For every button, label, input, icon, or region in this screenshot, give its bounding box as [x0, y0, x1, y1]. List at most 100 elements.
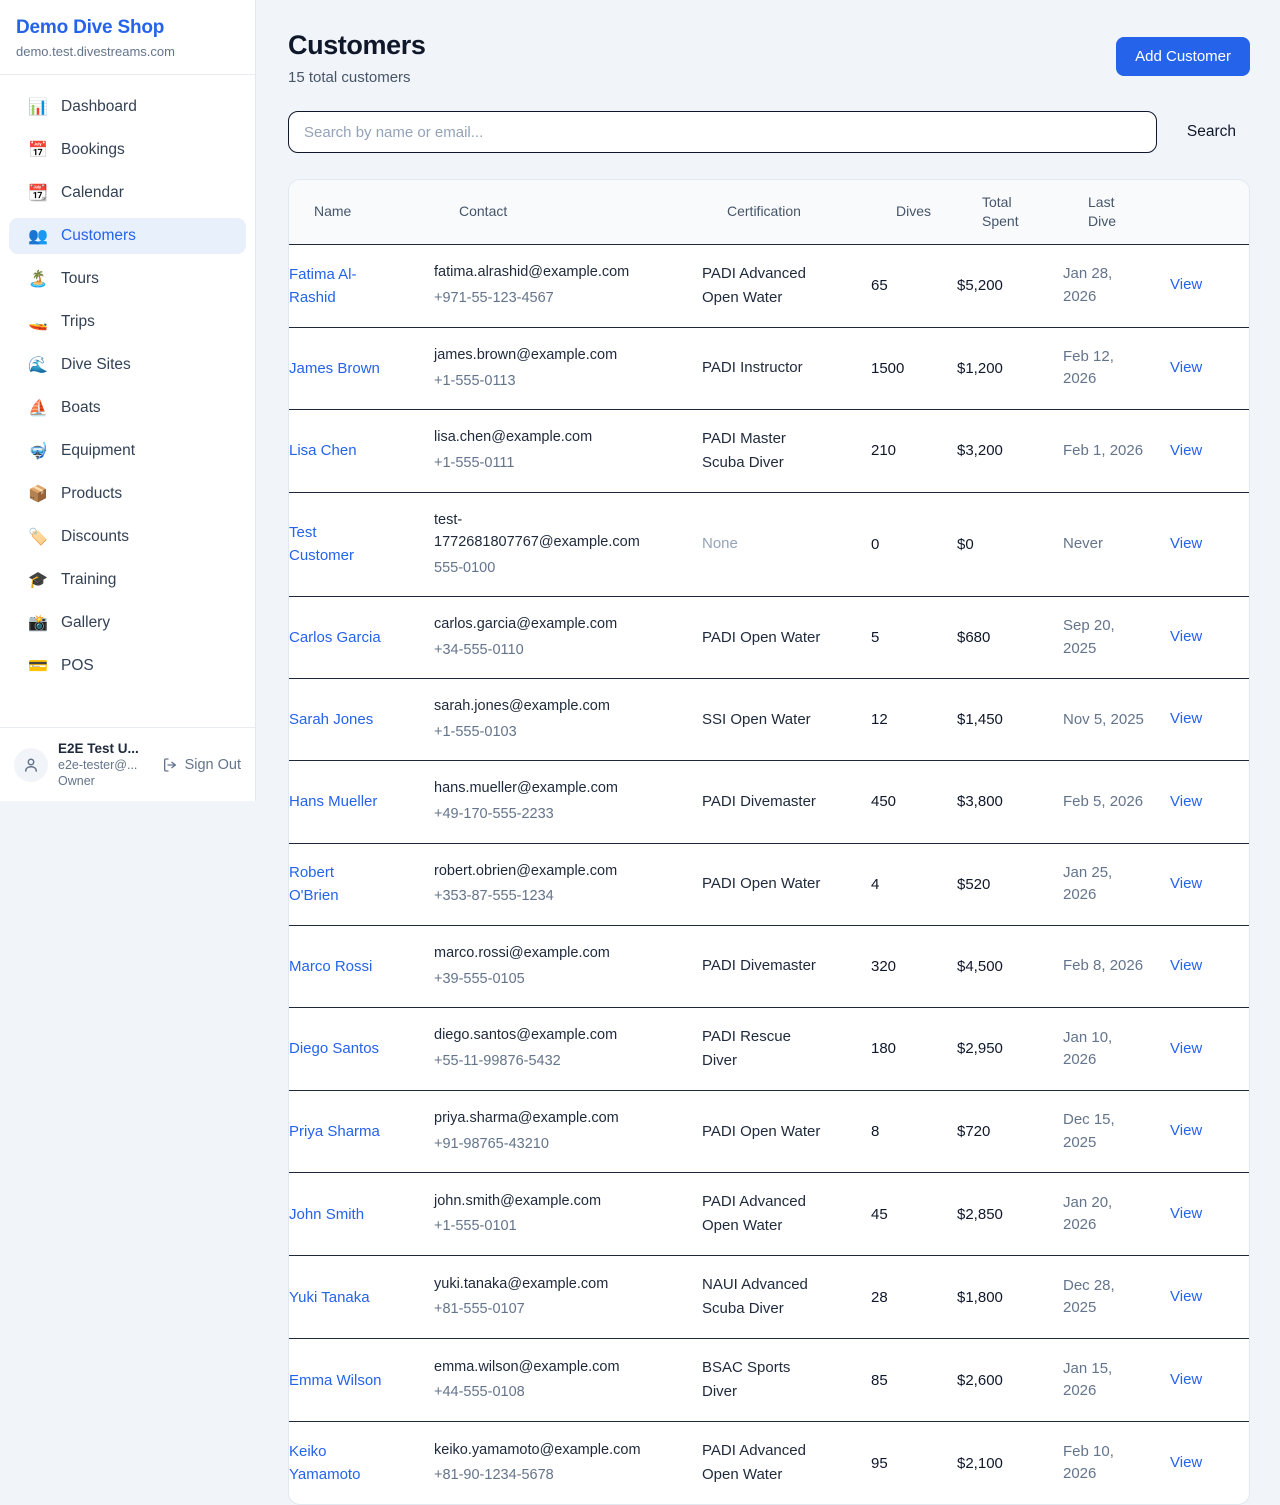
sidebar-item-customers[interactable]: 👥 Customers: [9, 218, 246, 254]
view-link[interactable]: View: [1170, 1205, 1202, 1222]
customer-name-link[interactable]: Carlos Garcia: [289, 626, 434, 649]
customer-name-link[interactable]: Test Customer: [289, 521, 434, 568]
customer-name-link[interactable]: Priya Sharma: [289, 1120, 434, 1143]
sidebar-user-footer: E2E Test U... e2e-tester@... Owner Sign …: [0, 727, 255, 801]
customer-dives: 0: [871, 533, 957, 556]
dashboard-icon: 📊: [28, 97, 48, 117]
sidebar: Demo Dive Shop demo.test.divestreams.com…: [0, 0, 256, 801]
customer-total-spent: $2,850: [957, 1203, 1063, 1226]
customer-total-spent: $4,500: [957, 955, 1063, 978]
customer-last-dive: Feb 1, 2026: [1063, 440, 1170, 463]
customer-name-link[interactable]: Diego Santos: [289, 1037, 434, 1060]
customer-name-link[interactable]: Fatima Al-Rashid: [289, 263, 434, 310]
customer-email: priya.sharma@example.com: [434, 1108, 644, 1130]
column-header-last-dive: Last Dive: [1088, 180, 1195, 244]
sidebar-item-equipment[interactable]: 🤿 Equipment: [9, 433, 246, 469]
customer-last-dive: Jan 25, 2026: [1063, 862, 1170, 907]
sidebar-item-label: Training: [61, 571, 116, 589]
table-row: Emma Wilson emma.wilson@example.com +44-…: [289, 1339, 1249, 1422]
customer-certification: PADI Master Scuba Diver: [702, 427, 871, 475]
sign-out-button[interactable]: Sign Out: [162, 757, 241, 773]
customer-phone: +1-555-0113: [434, 370, 644, 392]
customer-contact: lisa.chen@example.com +1-555-0111: [434, 427, 702, 474]
search-button[interactable]: Search: [1185, 115, 1238, 149]
customer-name-link[interactable]: Sarah Jones: [289, 708, 434, 731]
view-link[interactable]: View: [1170, 628, 1202, 645]
customer-last-dive: Sep 20, 2025: [1063, 615, 1170, 660]
sidebar-item-label: Equipment: [61, 442, 135, 460]
user-info: E2E Test U... e2e-tester@... Owner: [58, 741, 162, 788]
view-link[interactable]: View: [1170, 793, 1202, 810]
view-link[interactable]: View: [1170, 1122, 1202, 1139]
customer-total-spent: $3,200: [957, 439, 1063, 462]
user-role: Owner: [58, 774, 162, 788]
customer-actions: View: [1170, 1368, 1249, 1393]
customer-contact: priya.sharma@example.com +91-98765-43210: [434, 1108, 702, 1155]
customer-actions: View: [1170, 1285, 1249, 1310]
view-link[interactable]: View: [1170, 1454, 1202, 1471]
sidebar-item-gallery[interactable]: 📸 Gallery: [9, 605, 246, 641]
view-link[interactable]: View: [1170, 957, 1202, 974]
sidebar-item-discounts[interactable]: 🏷️ Discounts: [9, 519, 246, 555]
customer-name-link[interactable]: Marco Rossi: [289, 955, 434, 978]
customer-name-link[interactable]: John Smith: [289, 1203, 434, 1226]
customer-actions: View: [1170, 273, 1249, 298]
sidebar-item-dashboard[interactable]: 📊 Dashboard: [9, 89, 246, 125]
table-row: Keiko Yamamoto keiko.yamamoto@example.co…: [289, 1422, 1249, 1504]
customer-total-spent: $1,800: [957, 1286, 1063, 1309]
sidebar-item-trips[interactable]: 🚤 Trips: [9, 304, 246, 340]
customer-dives: 450: [871, 790, 957, 813]
view-link[interactable]: View: [1170, 1040, 1202, 1057]
customer-email: marco.rossi@example.com: [434, 943, 644, 965]
customer-name-link[interactable]: Lisa Chen: [289, 439, 434, 462]
customer-contact: john.smith@example.com +1-555-0101: [434, 1191, 702, 1238]
sidebar-item-bookings[interactable]: 📅 Bookings: [9, 132, 246, 168]
customer-name-link[interactable]: Yuki Tanaka: [289, 1286, 434, 1309]
customer-contact: robert.obrien@example.com +353-87-555-12…: [434, 861, 702, 908]
customer-name-link[interactable]: Emma Wilson: [289, 1369, 434, 1392]
customer-actions: View: [1170, 790, 1249, 815]
customer-phone: +44-555-0108: [434, 1381, 644, 1403]
customer-actions: View: [1170, 356, 1249, 381]
view-link[interactable]: View: [1170, 1371, 1202, 1388]
sidebar-item-pos[interactable]: 💳 POS: [9, 648, 246, 684]
trips-icon: 🚤: [28, 312, 48, 332]
sidebar-item-label: Boats: [61, 399, 101, 417]
sidebar-item-dive-sites[interactable]: 🌊 Dive Sites: [9, 347, 246, 383]
view-link[interactable]: View: [1170, 535, 1202, 552]
view-link[interactable]: View: [1170, 710, 1202, 727]
customer-total-spent: $2,100: [957, 1452, 1063, 1475]
shop-domain: demo.test.divestreams.com: [16, 44, 239, 59]
total-customers-count: 15 total customers: [288, 69, 425, 86]
customer-name-link[interactable]: James Brown: [289, 357, 434, 380]
customer-name-link[interactable]: Robert O'Brien: [289, 861, 434, 908]
view-link[interactable]: View: [1170, 1288, 1202, 1305]
view-link[interactable]: View: [1170, 359, 1202, 376]
customer-actions: View: [1170, 872, 1249, 897]
customer-dives: 180: [871, 1037, 957, 1060]
view-link[interactable]: View: [1170, 276, 1202, 293]
page-header-text: Customers 15 total customers: [288, 30, 425, 86]
sidebar-item-label: Trips: [61, 313, 95, 331]
sidebar-item-boats[interactable]: ⛵ Boats: [9, 390, 246, 426]
customer-name-link[interactable]: Hans Mueller: [289, 790, 434, 813]
sidebar-item-training[interactable]: 🎓 Training: [9, 562, 246, 598]
customers-table-card: Name Contact Certification Dives Total S…: [288, 179, 1250, 1505]
customer-email: fatima.alrashid@example.com: [434, 262, 644, 284]
customer-email: john.smith@example.com: [434, 1191, 644, 1213]
sidebar-item-calendar[interactable]: 📆 Calendar: [9, 175, 246, 211]
customer-dives: 12: [871, 708, 957, 731]
customer-name-link[interactable]: Keiko Yamamoto: [289, 1440, 434, 1487]
customer-actions: View: [1170, 707, 1249, 732]
customer-actions: View: [1170, 1451, 1249, 1476]
sidebar-item-products[interactable]: 📦 Products: [9, 476, 246, 512]
view-link[interactable]: View: [1170, 875, 1202, 892]
search-input[interactable]: [288, 111, 1157, 153]
customer-certification: PADI Divemaster: [702, 790, 871, 814]
customer-email: hans.mueller@example.com: [434, 778, 644, 800]
add-customer-button[interactable]: Add Customer: [1116, 37, 1250, 76]
customer-last-dive: Feb 10, 2026: [1063, 1441, 1170, 1486]
view-link[interactable]: View: [1170, 442, 1202, 459]
customer-certification: None: [702, 532, 871, 556]
sidebar-item-tours[interactable]: 🏝️ Tours: [9, 261, 246, 297]
